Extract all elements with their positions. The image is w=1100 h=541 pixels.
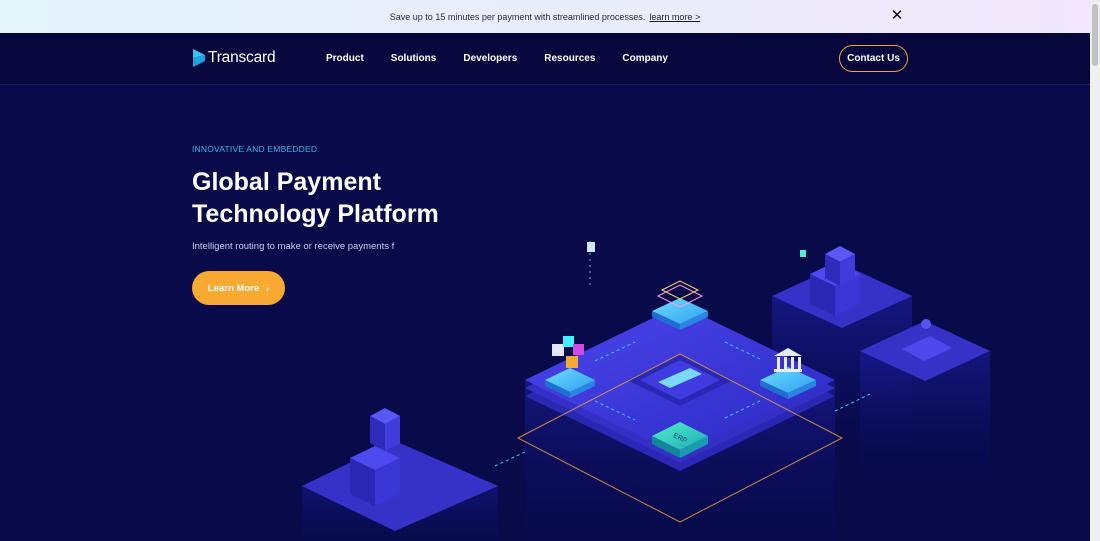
learn-more-label: Learn More (207, 282, 260, 294)
page-scrollbar[interactable] (1090, 0, 1100, 541)
announcement-bar: Save up to 15 minutes per payment with s… (0, 0, 1090, 33)
platform-illustration: ERP (302, 241, 990, 541)
learn-more-button[interactable]: Learn More › (192, 271, 285, 305)
chevron-right-icon: › (266, 283, 270, 293)
nav-item-product[interactable]: Product (326, 53, 364, 64)
left-pillar (302, 408, 498, 541)
logo-text: Transcard (208, 49, 276, 66)
transcard-logo-icon (193, 49, 205, 67)
main-menu: Product Solutions Developers Resources C… (326, 53, 695, 64)
nav-item-resources[interactable]: Resources (544, 53, 595, 64)
nav-item-solutions[interactable]: Solutions (391, 53, 437, 64)
nav-item-developers[interactable]: Developers (463, 53, 517, 64)
logo[interactable]: Transcard (193, 49, 276, 67)
close-icon[interactable]: ✕ (890, 8, 904, 23)
hero-section: INNOVATIVE AND EMBEDDED Global Payment T… (0, 86, 1090, 541)
scrollbar-thumb[interactable] (1092, 4, 1098, 66)
nav-item-company[interactable]: Company (622, 53, 668, 64)
top-navigation: Transcard Product Solutions Developers R… (0, 33, 1090, 85)
announcement-learn-more-link[interactable]: learn more > (649, 12, 700, 22)
announcement-text: Save up to 15 minutes per payment with s… (389, 11, 646, 22)
contact-us-button[interactable]: Contact Us (839, 45, 908, 72)
